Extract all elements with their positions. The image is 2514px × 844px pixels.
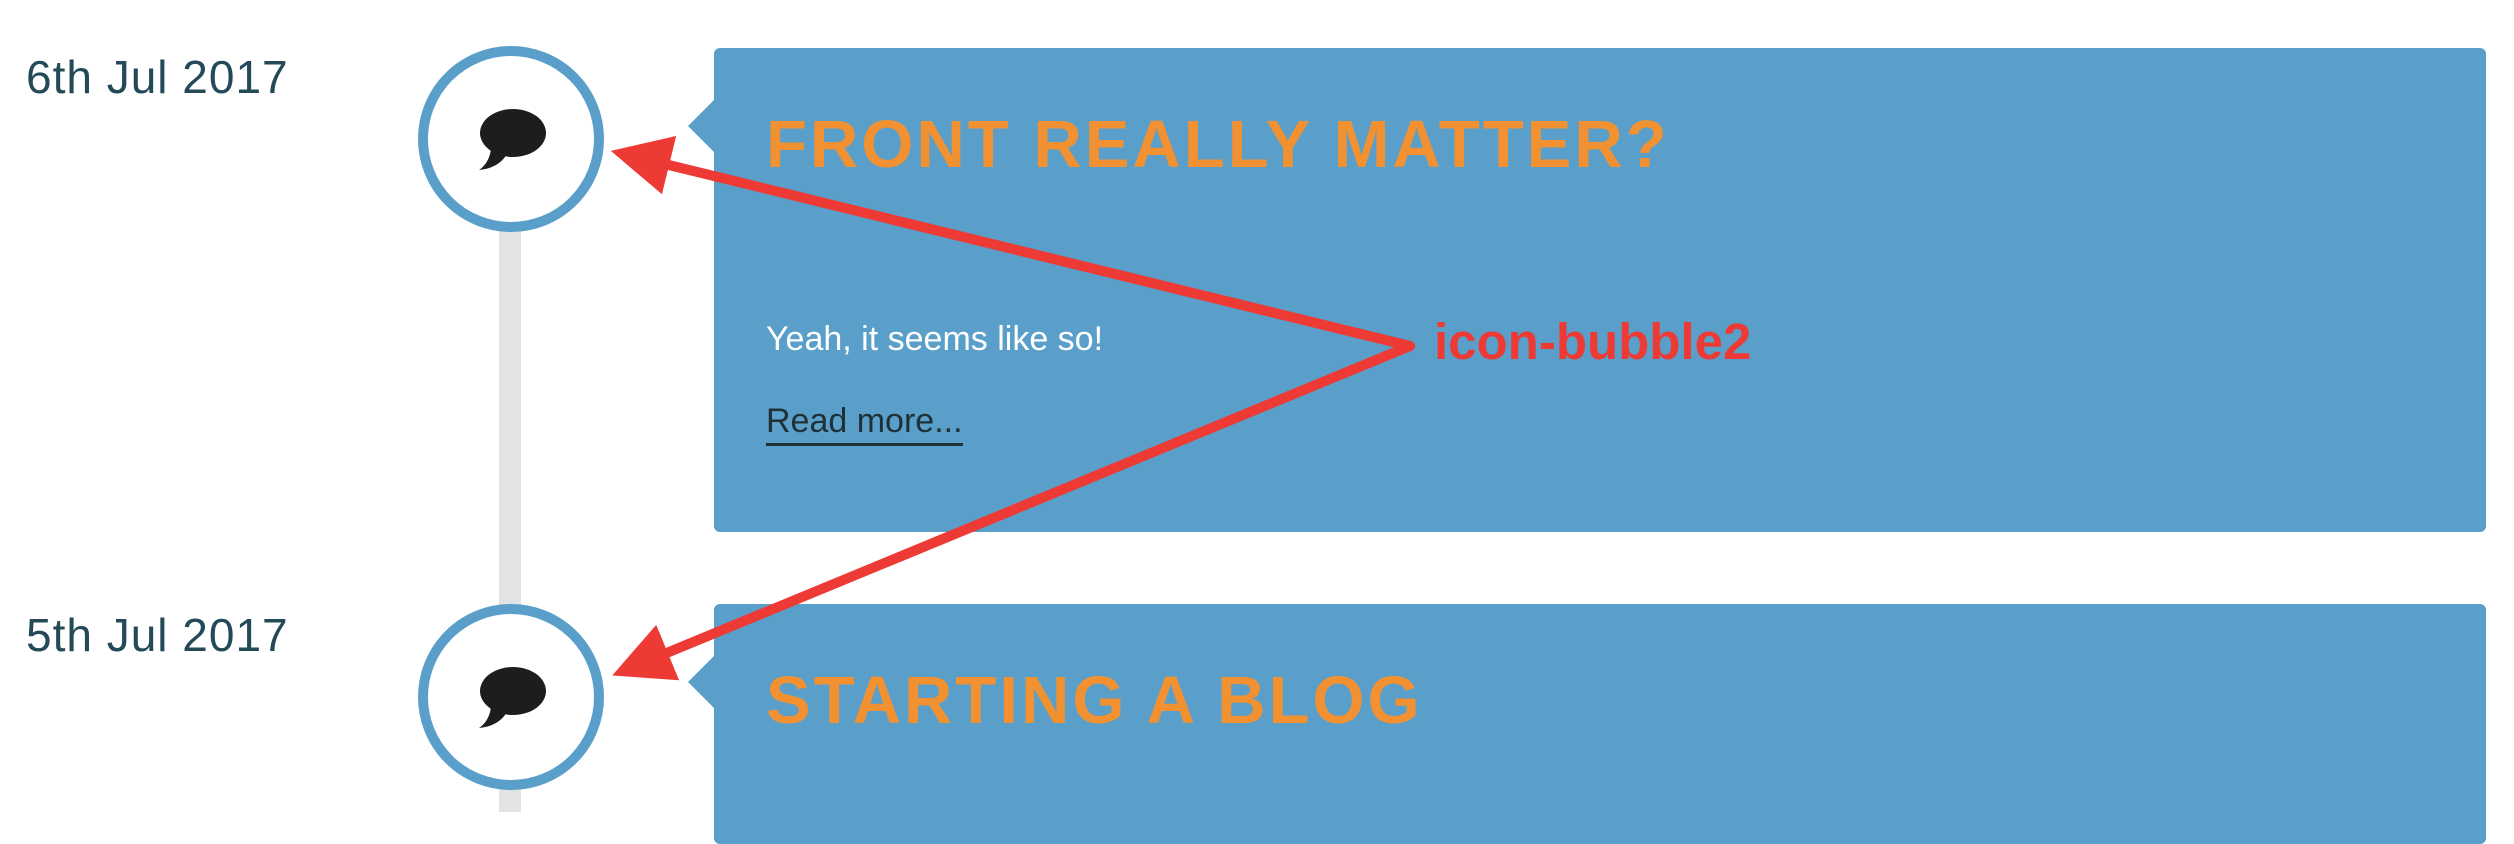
post-icon-circle — [418, 46, 604, 232]
chat-bubble-icon — [479, 667, 546, 728]
annotation-label: icon-bubble2 — [1434, 313, 1752, 370]
post-date: 5th Jul 2017 — [26, 609, 289, 661]
post-title[interactable]: FRONT REALLY MATTER? — [766, 106, 1670, 183]
post-icon-circle — [418, 604, 604, 790]
read-more-link[interactable]: Read more... — [766, 402, 963, 446]
post-card: FRONT REALLY MATTER? Yeah, it seems like… — [688, 48, 2486, 532]
post-card: STARTING A BLOG — [688, 604, 2486, 844]
chat-bubble-icon — [479, 109, 546, 170]
post-date: 6th Jul 2017 — [26, 51, 289, 103]
post-title[interactable]: STARTING A BLOG — [766, 662, 1423, 739]
post-excerpt: Yeah, it seems like so! — [766, 320, 1104, 358]
